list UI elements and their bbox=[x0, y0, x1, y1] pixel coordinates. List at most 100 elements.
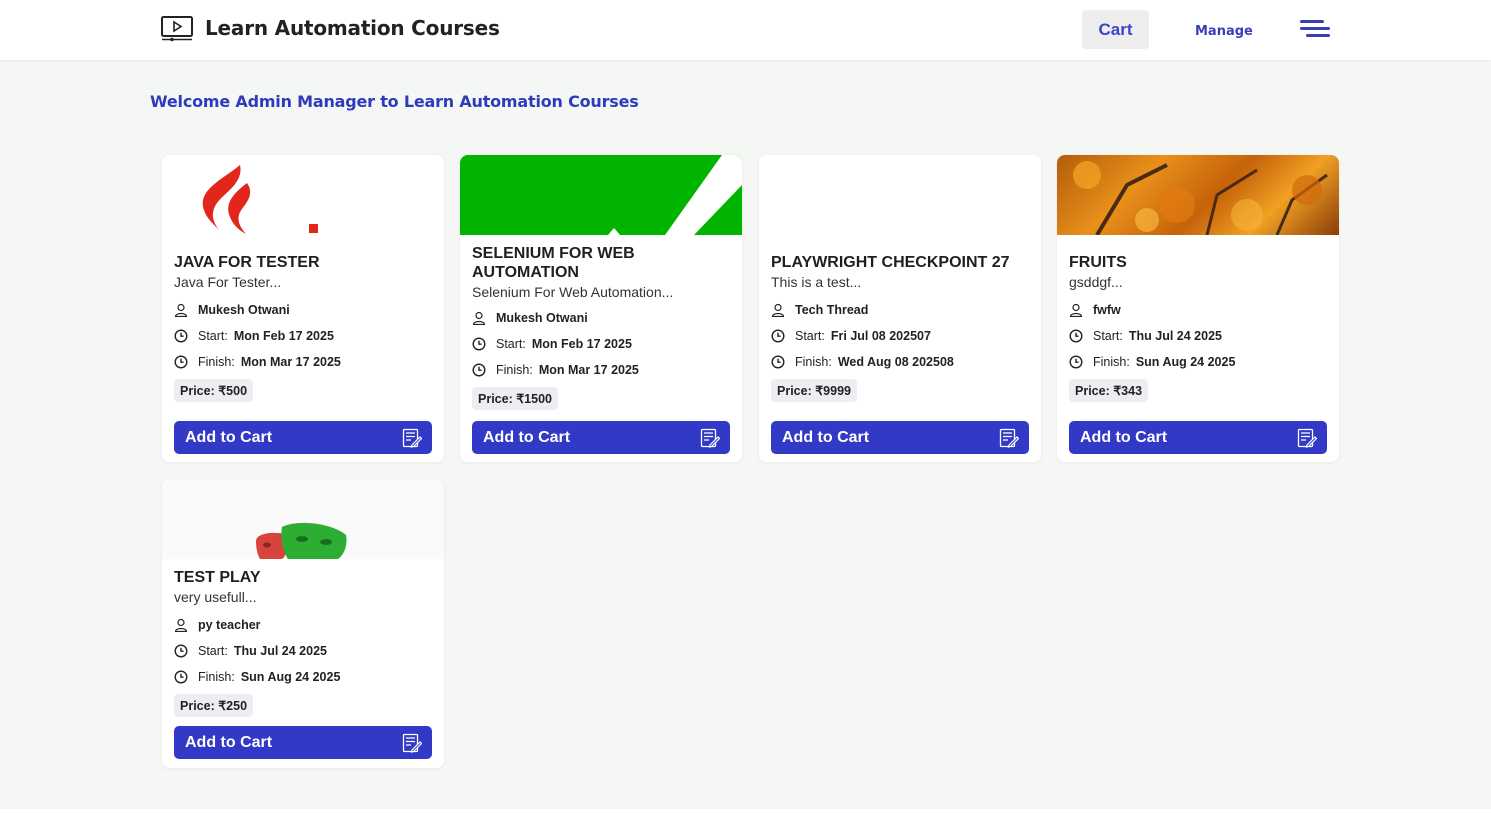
edit-note-icon bbox=[402, 428, 422, 448]
java-logo-image bbox=[202, 165, 318, 234]
price-badge: Price: ₹9999 bbox=[771, 379, 857, 402]
finish-label: Finish: bbox=[795, 355, 832, 369]
finish-row: Finish: Sun Aug 24 2025 bbox=[174, 664, 432, 690]
cart-button[interactable]: Cart bbox=[1082, 10, 1149, 49]
clock-icon bbox=[472, 363, 486, 377]
price-badge: Price: ₹1500 bbox=[472, 387, 558, 410]
author-name: Mukesh Otwani bbox=[496, 311, 588, 325]
author-name: Mukesh Otwani bbox=[198, 303, 290, 317]
course-card: FRUITS gsddgf... fwfw Start: Thu Jul 24 … bbox=[1057, 155, 1339, 462]
add-to-cart-label: Add to Cart bbox=[782, 428, 870, 446]
user-icon bbox=[472, 311, 486, 325]
author-name: Tech Thread bbox=[795, 303, 869, 317]
start-label: Start: bbox=[496, 337, 526, 351]
finish-row: Finish: Mon Mar 17 2025 bbox=[174, 349, 432, 375]
author-name: fwfw bbox=[1093, 303, 1121, 317]
course-title: SELENIUM FOR WEB AUTOMATION bbox=[472, 245, 635, 281]
clock-icon bbox=[174, 329, 188, 343]
finish-label: Finish: bbox=[198, 355, 235, 369]
add-to-cart-label: Add to Cart bbox=[1080, 428, 1168, 446]
add-to-cart-button[interactable]: Add to Cart bbox=[174, 726, 432, 759]
clock-icon bbox=[174, 670, 188, 684]
add-to-cart-label: Add to Cart bbox=[483, 428, 571, 446]
finish-date: Mon Mar 17 2025 bbox=[240, 355, 341, 369]
add-to-cart-button[interactable]: Add to Cart bbox=[472, 421, 730, 454]
hamburger-menu-icon[interactable] bbox=[1298, 18, 1332, 40]
clock-icon bbox=[1069, 355, 1083, 369]
edit-note-icon bbox=[999, 428, 1019, 448]
course-image bbox=[162, 479, 444, 559]
clock-icon bbox=[771, 329, 785, 343]
user-icon bbox=[771, 303, 785, 317]
edit-note-icon bbox=[1297, 428, 1317, 448]
course-description: This is a test... bbox=[771, 274, 862, 290]
finish-date: Sun Aug 24 2025 bbox=[1135, 355, 1236, 369]
user-icon bbox=[1069, 303, 1083, 317]
add-to-cart-label: Add to Cart bbox=[185, 428, 273, 446]
playwright-masks-image bbox=[256, 522, 347, 559]
course-title: JAVA FOR TESTER bbox=[174, 254, 320, 271]
course-title: FRUITS bbox=[1069, 254, 1127, 271]
selenium-logo-image bbox=[608, 155, 742, 235]
course-image bbox=[1057, 155, 1339, 235]
price-badge: Price: ₹250 bbox=[174, 694, 254, 717]
edit-note-icon bbox=[402, 733, 422, 753]
welcome-message: Welcome Admin Manager to Learn Automatio… bbox=[150, 92, 639, 111]
add-to-cart-button[interactable]: Add to Cart bbox=[174, 421, 432, 454]
author-name: py teacher bbox=[198, 618, 261, 632]
autumn-tree-image bbox=[1073, 161, 1328, 235]
finish-label: Finish: bbox=[1093, 355, 1130, 369]
finish-date: Mon Mar 17 2025 bbox=[538, 363, 639, 377]
course-description: Selenium For Web Automation... bbox=[472, 284, 674, 300]
course-card: PLAYWRIGHT CHECKPOINT 27 This is a test.… bbox=[759, 155, 1041, 462]
add-to-cart-button[interactable]: Add to Cart bbox=[1069, 421, 1327, 454]
start-label: Start: bbox=[1093, 329, 1123, 343]
course-image bbox=[759, 155, 1041, 235]
user-icon bbox=[174, 618, 188, 632]
edit-note-icon bbox=[700, 428, 720, 448]
clock-icon bbox=[1069, 329, 1083, 343]
start-label: Start: bbox=[795, 329, 825, 343]
finish-row: Finish: Wed Aug 08 202508 bbox=[771, 349, 1029, 375]
app-title[interactable]: Learn Automation Courses bbox=[205, 16, 500, 40]
price-badge: Price: ₹343 bbox=[1069, 379, 1149, 402]
add-to-cart-button[interactable]: Add to Cart bbox=[771, 421, 1029, 454]
start-date: Mon Feb 17 2025 bbox=[531, 337, 632, 351]
top-navbar: Learn Automation Courses Cart Manage bbox=[0, 0, 1491, 60]
start-date: Fri Jul 08 202507 bbox=[830, 329, 931, 343]
course-title: PLAYWRIGHT CHECKPOINT 27 bbox=[771, 254, 1010, 271]
finish-date: Sun Aug 24 2025 bbox=[240, 670, 341, 684]
add-to-cart-label: Add to Cart bbox=[185, 733, 273, 751]
finish-label: Finish: bbox=[496, 363, 533, 377]
video-screen-icon bbox=[161, 16, 193, 42]
course-description: very usefull... bbox=[174, 589, 257, 605]
start-date: Mon Feb 17 2025 bbox=[233, 329, 334, 343]
course-card: TEST PLAY very usefull... py teacher Sta… bbox=[162, 479, 444, 768]
user-icon bbox=[174, 303, 188, 317]
author-row: py teacher bbox=[174, 612, 432, 638]
start-row: Start: Fri Jul 08 202507 bbox=[771, 323, 1029, 349]
finish-label: Finish: bbox=[198, 670, 235, 684]
finish-date: Wed Aug 08 202508 bbox=[837, 355, 954, 369]
price-badge: Price: ₹500 bbox=[174, 379, 254, 402]
clock-icon bbox=[174, 355, 188, 369]
author-row: Mukesh Otwani bbox=[472, 305, 730, 331]
finish-row: Finish: Sun Aug 24 2025 bbox=[1069, 349, 1327, 375]
clock-icon bbox=[174, 644, 188, 658]
clock-icon bbox=[472, 337, 486, 351]
manage-link[interactable]: Manage bbox=[1195, 24, 1253, 39]
start-date: Thu Jul 24 2025 bbox=[233, 644, 327, 658]
start-row: Start: Mon Feb 17 2025 bbox=[472, 331, 730, 357]
author-row: fwfw bbox=[1069, 297, 1327, 323]
course-description: Java For Tester... bbox=[174, 274, 282, 290]
course-image bbox=[460, 155, 742, 235]
author-row: Mukesh Otwani bbox=[174, 297, 432, 323]
course-description: gsddgf... bbox=[1069, 274, 1123, 290]
finish-row: Finish: Mon Mar 17 2025 bbox=[472, 357, 730, 383]
course-title: TEST PLAY bbox=[174, 569, 261, 586]
start-label: Start: bbox=[198, 329, 228, 343]
author-row: Tech Thread bbox=[771, 297, 1029, 323]
course-image bbox=[162, 155, 444, 235]
start-row: Start: Mon Feb 17 2025 bbox=[174, 323, 432, 349]
start-row: Start: Thu Jul 24 2025 bbox=[1069, 323, 1327, 349]
